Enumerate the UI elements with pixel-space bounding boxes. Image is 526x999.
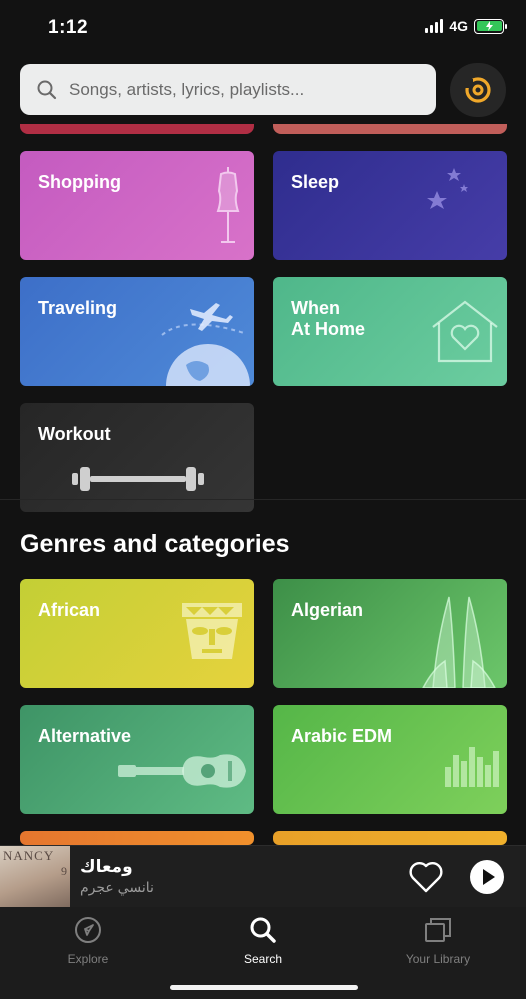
- mood-tile-traveling[interactable]: Traveling: [20, 277, 254, 386]
- guitar-icon: [118, 754, 246, 788]
- moon-stars-icon: [427, 168, 497, 233]
- mood-tile-sleep[interactable]: Sleep: [273, 151, 507, 260]
- now-playing-artist: نانسي عجرم: [80, 879, 154, 895]
- library-icon: [425, 918, 451, 942]
- search-icon: [250, 917, 276, 943]
- mood-tile-when-at-home[interactable]: When At Home: [273, 277, 507, 386]
- tab-label: Your Library: [405, 952, 471, 966]
- album-art-number: 9: [61, 864, 67, 878]
- album-art[interactable]: NANCY 9: [0, 846, 70, 908]
- genre-tile-label: Arabic EDM: [291, 726, 393, 746]
- plane-globe-icon: [161, 303, 250, 386]
- tile-peek-right: [273, 124, 507, 134]
- mini-player[interactable]: NANCY 9 ومعاك نانسي عجرم: [0, 845, 526, 908]
- dumbbell-icon: [72, 467, 204, 491]
- mood-tile-label: Workout: [38, 424, 111, 444]
- genre-tile-algerian[interactable]: Algerian: [273, 579, 507, 688]
- genre-tile-arabic-edm[interactable]: Arabic EDM: [273, 705, 507, 814]
- african-mask-icon: [182, 603, 242, 659]
- mood-tile-label: Sleep: [291, 172, 340, 192]
- status-bar: 1:12 4G: [0, 0, 526, 56]
- mood-tile-label: When At Home: [291, 298, 366, 339]
- tab-explore[interactable]: Explore: [28, 915, 148, 966]
- signal-icon: [425, 19, 444, 33]
- network-label: 4G: [449, 18, 468, 34]
- mannequin-icon: [216, 167, 240, 243]
- search-input[interactable]: [69, 79, 429, 100]
- genre-tile-peek-left[interactable]: [20, 831, 254, 845]
- audio-recognition-button[interactable]: [450, 63, 506, 117]
- genre-tile-label: African: [38, 600, 101, 620]
- album-art-title: NANCY: [3, 848, 55, 863]
- status-time: 1:12: [48, 17, 89, 38]
- compass-icon: [75, 917, 101, 943]
- status-indicators: 4G: [425, 18, 507, 34]
- tab-label: Search: [243, 952, 283, 966]
- genres-section-title: Genres and categories: [20, 530, 290, 558]
- genre-tile-label: Alternative: [38, 726, 132, 746]
- battery-icon: [474, 18, 507, 34]
- tile-peek-left: [20, 124, 254, 134]
- equalizer-icon: [445, 747, 499, 787]
- genre-tile-label: Algerian: [291, 600, 364, 620]
- mood-tile-label: Traveling: [38, 298, 118, 318]
- home-indicator[interactable]: [170, 985, 358, 990]
- play-button[interactable]: [470, 860, 504, 894]
- genre-tile-african[interactable]: African: [20, 579, 254, 688]
- monument-icon: [422, 596, 496, 688]
- search-icon: [37, 80, 57, 99]
- house-heart-icon: [432, 300, 498, 363]
- now-playing-title: ومعاك: [80, 857, 133, 876]
- mood-tile-shopping[interactable]: Shopping: [20, 151, 254, 260]
- mood-tile-workout[interactable]: Workout: [20, 403, 254, 512]
- play-icon: [483, 869, 495, 885]
- tab-your-library[interactable]: Your Library: [378, 915, 498, 966]
- audio-recognition-icon: [465, 77, 491, 103]
- genre-tile-alternative[interactable]: Alternative: [20, 705, 254, 814]
- section-divider: [0, 499, 526, 500]
- heart-icon: [409, 861, 443, 893]
- tab-search[interactable]: Search: [203, 915, 323, 966]
- search-bar[interactable]: [20, 64, 436, 115]
- mood-tile-label: Shopping: [38, 172, 121, 192]
- tab-label: Explore: [67, 952, 109, 966]
- like-button[interactable]: [408, 860, 444, 894]
- genre-tile-peek-right[interactable]: [273, 831, 507, 845]
